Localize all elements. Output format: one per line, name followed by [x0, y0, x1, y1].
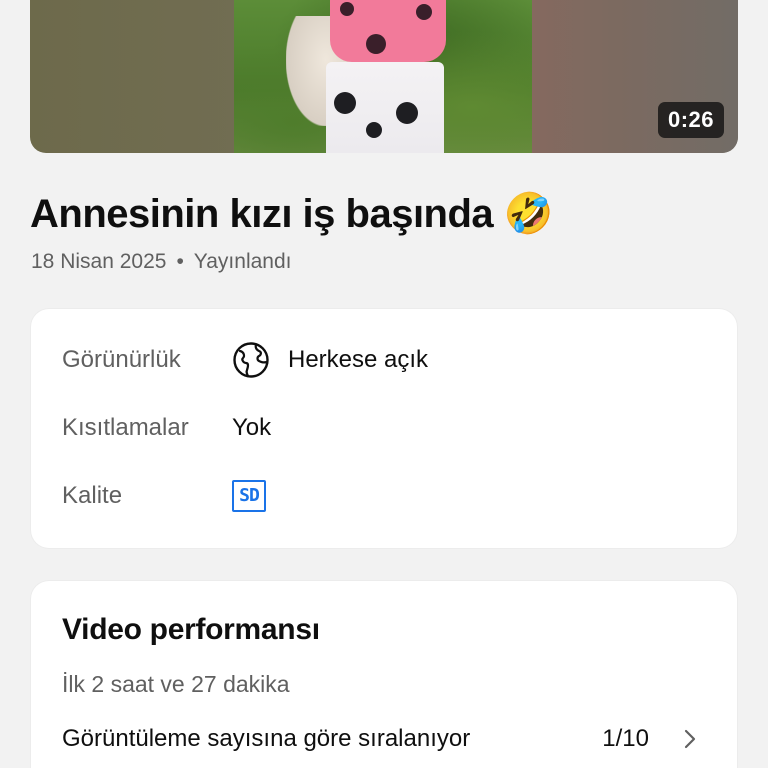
quality-label: Kalite [62, 482, 123, 509]
duration-badge: 0:26 [657, 102, 724, 138]
ranking-label: Görüntüleme sayısına göre sıralanıyor [62, 725, 471, 752]
publish-status: Yayınlandı [193, 250, 292, 273]
rofl-emoji-icon: 🤣 [503, 191, 554, 237]
chevron-right-icon[interactable] [683, 728, 697, 750]
video-title: Annesinin kızı iş başında 🤣 [30, 190, 554, 237]
meta-separator: • [176, 250, 184, 273]
visibility-value-text: Herkese açık [288, 346, 429, 373]
performance-subtitle: İlk 2 saat ve 27 dakika [62, 671, 290, 697]
video-meta: 18 Nisan 2025 • Yayınlandı [31, 250, 291, 274]
restrictions-row[interactable]: Kısıtlamalar Yok [62, 408, 271, 448]
video-thumbnail[interactable]: 0:26 [30, 0, 738, 153]
sd-quality-icon: SD [232, 480, 266, 512]
visibility-row[interactable]: Görünürlük Herkese açık [62, 340, 428, 380]
thumbnail-child-shirt [330, 0, 446, 62]
visibility-value: Herkese açık [232, 341, 428, 379]
performance-title: Video performansı [62, 613, 320, 646]
ranking-row[interactable]: Görüntüleme sayısına göre sıralanıyor 1/… [62, 719, 697, 759]
quality-row: Kalite SD [62, 476, 266, 516]
ranking-value: 1/10 [602, 725, 649, 752]
quality-value: SD [232, 480, 266, 512]
video-title-text: Annesinin kızı iş başında [30, 192, 494, 236]
visibility-label: Görünürlük [62, 346, 181, 373]
performance-card: Video performansı İlk 2 saat ve 27 dakik… [31, 581, 737, 768]
thumbnail-child-pants [326, 62, 444, 153]
restrictions-value: Yok [232, 414, 272, 441]
thumbnail-frame [234, 0, 532, 153]
details-card: Görünürlük Herkese açık Kısıtlamalar Yok… [31, 309, 737, 548]
publish-date: 18 Nisan 2025 [31, 250, 167, 273]
globe-icon [233, 342, 269, 378]
restrictions-label: Kısıtlamalar [62, 414, 189, 441]
video-details-page: 0:26 Annesinin kızı iş başında 🤣 18 Nisa… [0, 0, 768, 768]
